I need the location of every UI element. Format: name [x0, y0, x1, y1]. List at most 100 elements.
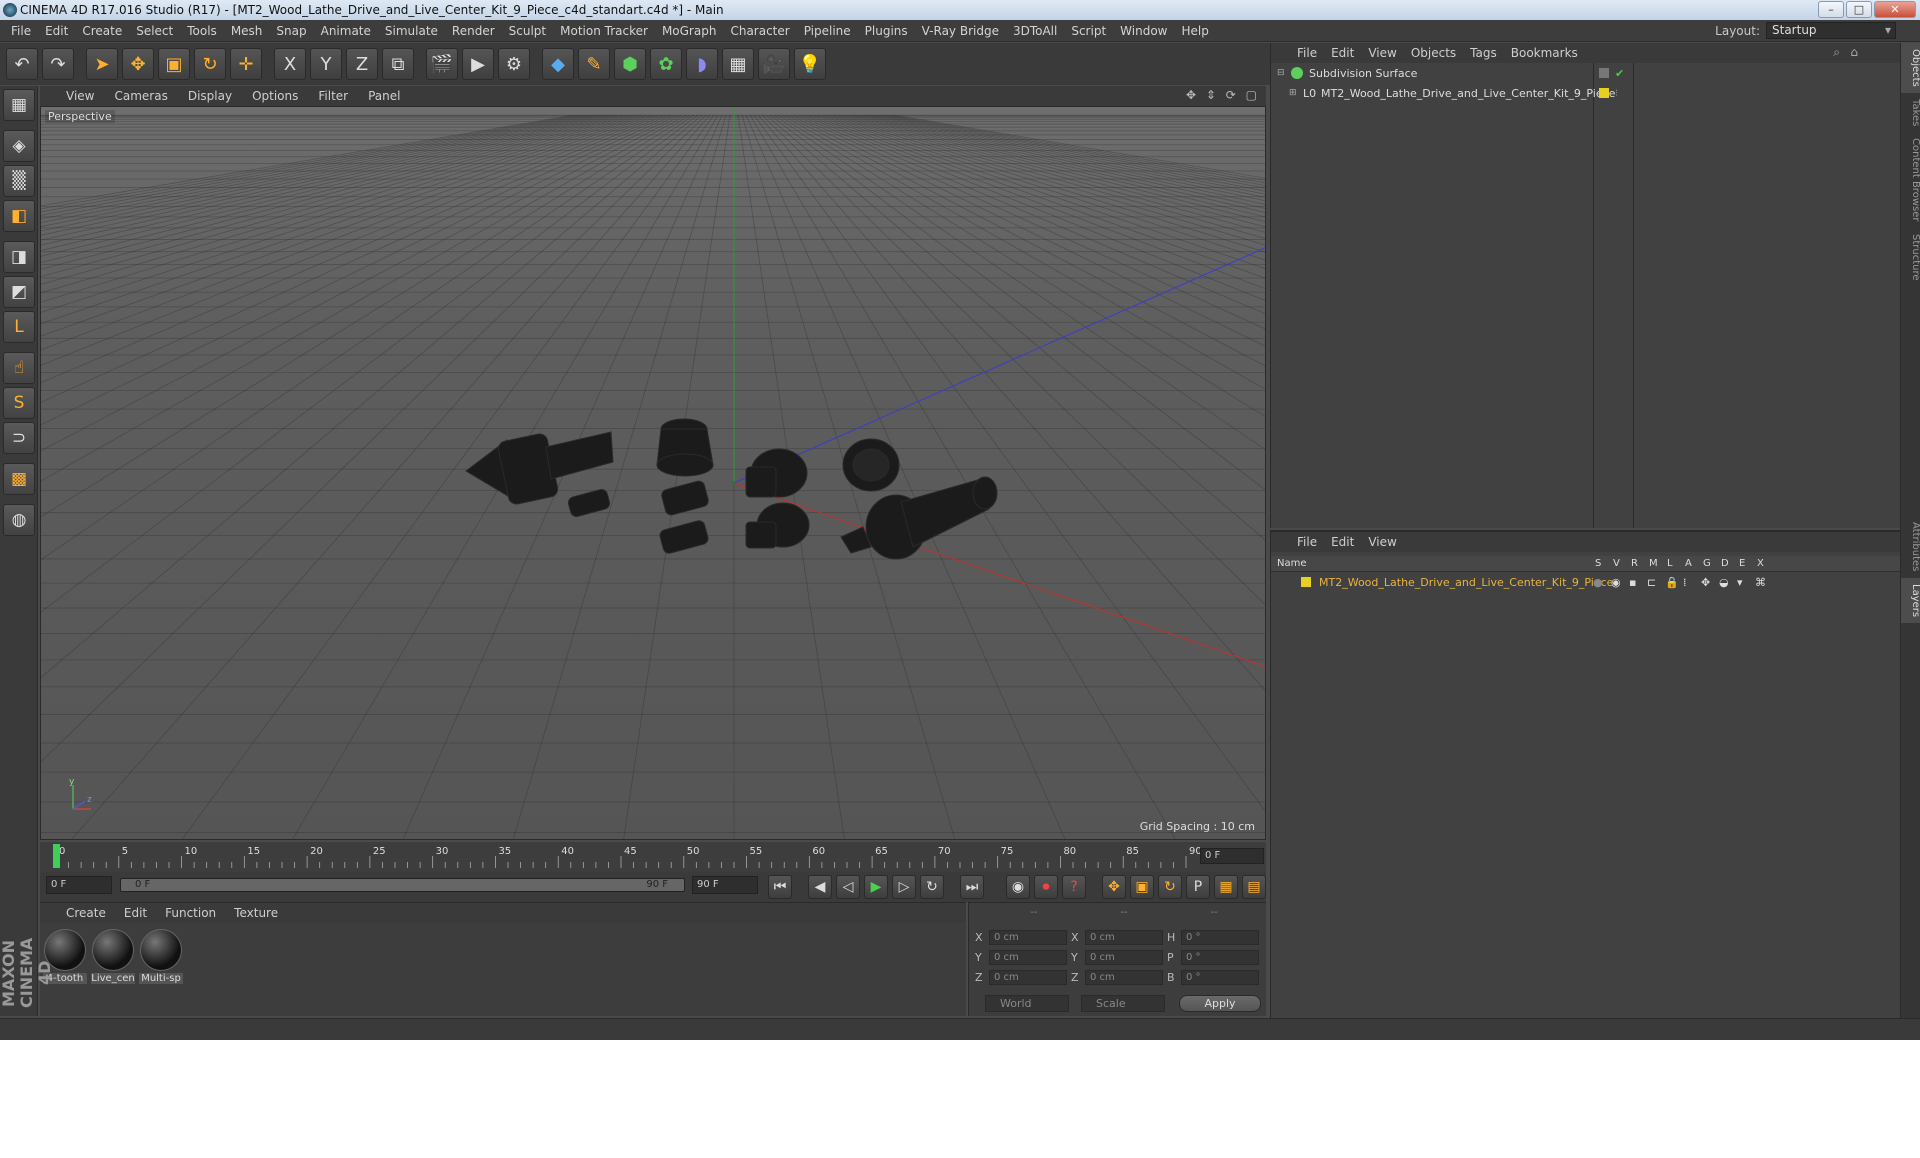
rotate-tool-icon[interactable]: ↻ — [194, 48, 226, 80]
size-mode-dropdown[interactable]: Scale — [1081, 995, 1165, 1012]
menu-window[interactable]: Window — [1113, 24, 1174, 38]
expand-icon[interactable]: ⊞ — [1289, 88, 1299, 98]
light-icon[interactable]: 💡 — [794, 48, 826, 80]
size-z-field[interactable]: 0 cm — [1085, 969, 1163, 985]
menu-simulate[interactable]: Simulate — [378, 24, 445, 38]
object-menu-view[interactable]: View — [1368, 46, 1396, 60]
position-y-field[interactable]: 0 cm — [989, 949, 1067, 965]
play-icon[interactable]: ▶ — [864, 875, 888, 899]
object-menu-bookmarks[interactable]: Bookmarks — [1511, 46, 1578, 60]
next-frame-icon[interactable]: ▷ — [892, 875, 916, 899]
generators-toggle-icon[interactable]: ✥ — [1701, 576, 1719, 589]
menu-mesh[interactable]: Mesh — [224, 24, 270, 38]
multi-spur-drive[interactable] — [842, 438, 900, 492]
camera-icon[interactable]: 🎥 — [758, 48, 790, 80]
coordinate-system-icon[interactable]: ⧉ — [382, 48, 414, 80]
parameter-key-icon[interactable]: P — [1186, 875, 1210, 899]
menu-sculpt[interactable]: Sculpt — [502, 24, 553, 38]
menu-create[interactable]: Create — [75, 24, 129, 38]
xref-toggle-icon[interactable]: ⌘ — [1755, 576, 1773, 589]
position-z-field[interactable]: 0 cm — [989, 969, 1067, 985]
tab-structure[interactable]: Structure — [1901, 228, 1920, 287]
viewport-menu-filter[interactable]: Filter — [318, 89, 348, 103]
material-menu-edit[interactable]: Edit — [124, 906, 147, 920]
solo-toggle-icon[interactable]: ● — [1593, 576, 1611, 589]
menu-select[interactable]: Select — [129, 24, 180, 38]
go-to-end-icon[interactable]: ⏭ — [960, 875, 984, 899]
perspective-viewport[interactable]: Perspective y z Grid Spacing : 10 cm — [40, 106, 1266, 840]
deformers-toggle-icon[interactable]: ◒ — [1719, 576, 1737, 589]
make-editable-icon[interactable]: ▦ — [3, 89, 35, 121]
menu-pipeline[interactable]: Pipeline — [797, 24, 858, 38]
previous-key-icon[interactable]: ◀ — [808, 875, 832, 899]
cone-base[interactable] — [656, 453, 714, 477]
maximize-button[interactable]: □ — [1846, 1, 1872, 18]
undo-icon[interactable]: ↶ — [6, 48, 38, 80]
rotation-p-field[interactable]: 0 ° — [1181, 949, 1259, 965]
manager-toggle-icon[interactable]: ⊏ — [1647, 576, 1665, 589]
small-spur-drive[interactable] — [567, 488, 611, 518]
tab-content-browser[interactable]: Content Browser — [1901, 132, 1920, 227]
viewport-menu-display[interactable]: Display — [188, 89, 232, 103]
pen-spline-icon[interactable]: ✎ — [578, 48, 610, 80]
object-row-subdivision[interactable]: ⊟ Subdivision Surface ✔ — [1271, 63, 1901, 83]
material-swatch[interactable]: Live_cen — [91, 929, 135, 984]
search-icon[interactable]: ⌕ — [1833, 45, 1840, 60]
menu-animate[interactable]: Animate — [314, 24, 378, 38]
move-key-icon[interactable]: ✥ — [1102, 875, 1126, 899]
layer-color-icon[interactable] — [1599, 88, 1609, 98]
subdivision-surface-icon[interactable]: ⬢ — [614, 48, 646, 80]
gear-drive-bottom[interactable] — [745, 502, 810, 549]
coordinate-space-dropdown[interactable]: World — [985, 995, 1069, 1012]
menu-plugins[interactable]: Plugins — [858, 24, 915, 38]
material-menu-function[interactable]: Function — [165, 906, 216, 920]
four-tooth-drive[interactable] — [745, 448, 808, 498]
object-menu-edit[interactable]: Edit — [1331, 46, 1354, 60]
layout-dropdown[interactable]: Startup — [1766, 22, 1896, 39]
y-axis-lock-icon[interactable]: Y — [310, 48, 342, 80]
rotate-key-icon[interactable]: ↻ — [1158, 875, 1182, 899]
viewport-menu-panel[interactable]: Panel — [368, 89, 400, 103]
tab-objects[interactable]: Objects — [1901, 43, 1920, 93]
viewport-navigation-icons[interactable]: ✥ ⇕ ⟳ ▢ — [1186, 88, 1260, 102]
lock-toggle-icon[interactable]: 🔒 — [1665, 576, 1683, 589]
go-to-start-icon[interactable]: ⏮ — [768, 875, 792, 899]
points-mode-icon[interactable]: ◨ — [3, 241, 35, 273]
redo-icon[interactable]: ↷ — [42, 48, 74, 80]
tweak-mode-icon[interactable]: S — [3, 387, 35, 419]
tab-layers[interactable]: Layers — [1901, 577, 1920, 623]
material-swatch[interactable]: Multi-sp — [139, 929, 183, 984]
viewport-menu-view[interactable]: View — [66, 89, 94, 103]
edges-mode-icon[interactable]: ◩ — [3, 276, 35, 308]
tab-takes[interactable]: Takes — [1901, 93, 1920, 132]
apply-button[interactable]: Apply — [1179, 995, 1261, 1012]
rotation-h-field[interactable]: 0 ° — [1181, 929, 1259, 945]
tab-attributes[interactable]: Attributes — [1901, 516, 1920, 577]
enabled-check-icon[interactable]: ✔ — [1615, 67, 1624, 80]
record-icon[interactable]: ⏺ — [1034, 875, 1058, 899]
drive-spur-center[interactable] — [660, 480, 709, 517]
magnet-icon[interactable]: ▩ — [3, 463, 35, 495]
layer-color-icon[interactable] — [1301, 577, 1311, 587]
position-x-field[interactable]: 0 cm — [989, 929, 1067, 945]
size-x-field[interactable]: 0 cm — [1085, 929, 1163, 945]
rotation-b-field[interactable]: 0 ° — [1181, 969, 1259, 985]
small-drive-bottom[interactable] — [659, 519, 710, 554]
viewport-menu-options[interactable]: Options — [252, 89, 298, 103]
collapse-icon[interactable]: ⊟ — [1277, 68, 1287, 78]
layer-menu-edit[interactable]: Edit — [1331, 535, 1354, 549]
scale-tool-icon[interactable]: ▣ — [158, 48, 190, 80]
floor-environment-icon[interactable]: ▦ — [722, 48, 754, 80]
frame-range-slider[interactable]: 0 F 90 F — [120, 878, 685, 892]
menu-character[interactable]: Character — [723, 24, 796, 38]
playhead[interactable] — [53, 844, 60, 868]
timeline-ruler[interactable]: 0 5 10 15 20 25 30 35 40 45 50 55 60 65 70 75 80 85 90 — [40, 842, 1266, 872]
lock-workplane-icon[interactable]: ◍ — [3, 504, 35, 536]
object-menu-objects[interactable]: Objects — [1411, 46, 1456, 60]
polygons-mode-icon[interactable]: L — [3, 311, 35, 343]
axis-mode-icon[interactable]: ☝ — [3, 352, 35, 384]
move-tool-icon[interactable]: ✥ — [122, 48, 154, 80]
render-toggle-icon[interactable]: ▪ — [1629, 576, 1647, 589]
layer-menu-view[interactable]: View — [1368, 535, 1396, 549]
animation-toggle-icon[interactable]: ⁞ — [1683, 576, 1701, 589]
